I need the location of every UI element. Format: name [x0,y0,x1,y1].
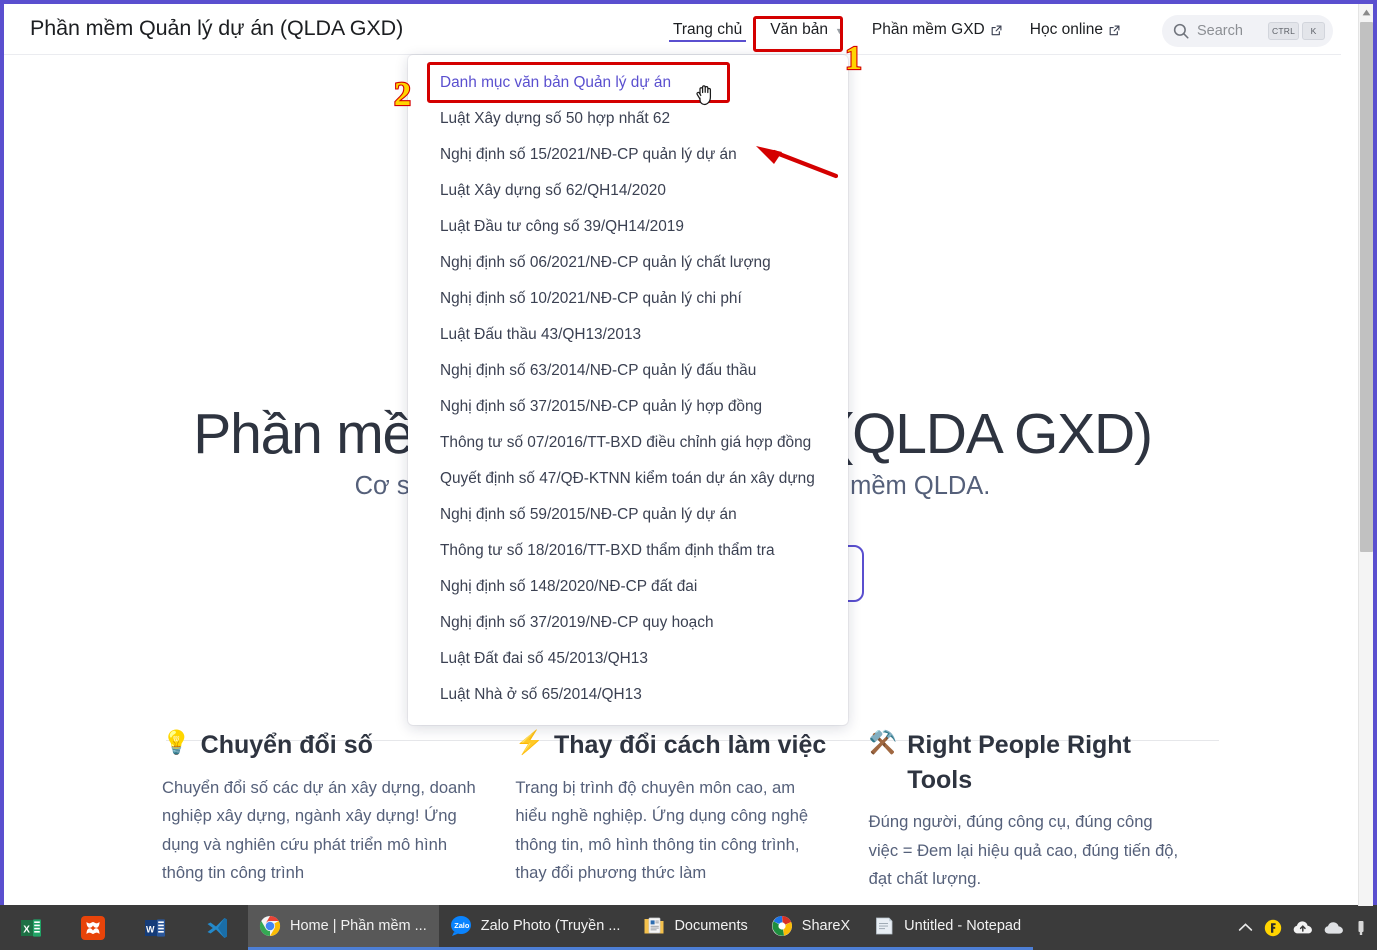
taskbar-window-label: Home | Phần mềm ... [290,918,427,934]
dropdown-item[interactable]: Nghị định số 15/2021/NĐ-CP quản lý dự án [408,137,848,173]
notepad-icon [873,915,895,937]
system-tray [1238,905,1377,950]
dropdown-item[interactable]: Nghị định số 37/2015/NĐ-CP quản lý hợp đ… [408,389,848,425]
tray-more-icon[interactable] [1355,920,1367,936]
feature-card: 💡 Chuyển đổi số Chuyển đổi số các dự án xâ… [162,728,515,894]
feature-body-text: Trang bị trình độ chuyên môn cao, am hiể… [515,777,809,883]
svg-text:X: X [23,924,30,935]
site-brand-title: Phần mềm Quản lý dự án (QLDA GXD) [30,16,404,40]
nav-item-label: Phần mềm GXD [871,20,985,38]
search-kbd-k: K [1302,22,1325,40]
feature-body-text: Chuyển đổi số các dự án xây dựng, doanh … [162,777,476,883]
tray-cloud-icon[interactable] [1324,921,1344,935]
feature-title-text: Chuyển đổi số [200,731,373,759]
dropdown-item[interactable]: Danh mục văn bản Quản lý dự án [408,65,848,101]
dropdown-item[interactable]: Thông tư số 18/2016/TT-BXD thẩm định thẩ… [408,533,848,569]
feature-title-text: Right People Right Tools [907,731,1131,794]
screen: Phần mềm Quản lý dự án (QLDA GXD) Trang … [0,0,1377,950]
nav-item-label: Văn bản [770,20,828,38]
dropdown-item[interactable]: Nghị định số 59/2015/NĐ-CP quản lý dự án [408,497,848,533]
search-placeholder-text: Search [1197,23,1243,39]
window-border-top [0,0,1377,4]
browser-page: Phần mềm Quản lý dự án (QLDA GXD) Trang … [0,0,1359,905]
main-nav: Trang chủ Văn bản ▼ Phần mềm GXD Học online [659,4,1134,55]
taskbar-window-notepad[interactable]: Untitled - Notepad [862,905,1034,950]
nav-phan-mem-gxd[interactable]: Phần mềm GXD [858,4,1016,55]
dropdown-item[interactable]: Nghị định số 10/2021/NĐ-CP quản lý chi p… [408,281,848,317]
lightbulb-icon: 💡 [162,729,191,755]
dropdown-item[interactable]: Thông tư số 07/2016/TT-BXD điều chỉnh gi… [408,425,848,461]
scrollbar-up-arrow-icon[interactable] [1359,4,1374,21]
lightning-icon: ⚡ [515,729,544,755]
search-icon [1172,22,1190,40]
nav-hoc-online[interactable]: Học online [1016,4,1134,55]
svg-text:Zalo: Zalo [454,921,470,930]
taskbar-window-label: ShareX [801,918,851,934]
dropdown-item[interactable]: Luật Xây dựng số 62/QH14/2020 [408,173,848,209]
feature-title: ⚡ Thay đổi cách làm việc [515,728,830,763]
dropdown-item[interactable]: Luật Đấu thầu 43/QH13/2013 [408,317,848,353]
taskbar-window-label: Documents [674,918,748,934]
dropdown-item[interactable]: Nghị định số 63/2014/NĐ-CP quản lý đấu t… [408,353,848,389]
taskbar-vscode-icon[interactable] [186,905,248,950]
taskbar-excel-icon[interactable]: X [0,905,62,950]
tray-show-hidden-icons[interactable] [1238,922,1253,933]
zalo-icon: Zalo [450,915,472,937]
dropdown-item[interactable]: Luật Đầu tư công số 39/QH14/2019 [408,209,848,245]
feature-body-text: Đúng người, đúng công cụ, đúng công việc… [868,812,1179,889]
dropdown-item[interactable]: Nghị định số 37/2019/NĐ-CP quy hoạch [408,605,848,641]
search-input[interactable]: Search CTRL K [1162,15,1333,47]
external-link-icon [1109,25,1120,36]
taskbar-window-chrome[interactable]: Home | Phần mềm ... [248,905,439,950]
nav-trang-chu[interactable]: Trang chủ [659,4,756,55]
chevron-down-icon: ▼ [834,25,844,36]
dropdown-item[interactable]: Quyết định số 47/QĐ-KTNN kiểm toán dự án… [408,461,848,497]
feature-title-text: Thay đổi cách làm việc [553,731,827,759]
dropdown-item[interactable]: Luật Xây dựng số 50 hợp nhất 62 [408,101,848,137]
nav-item-label: Học online [1029,20,1103,38]
svg-text:W: W [146,924,155,934]
chrome-icon [259,915,281,937]
feature-title: 💡 Chuyển đổi số [162,728,477,763]
search-kbd-ctrl: CTRL [1268,22,1299,40]
taskbar-window-documents[interactable]: Documents [632,905,760,950]
windows-taskbar: X W Home | Phần mềm ... Zalo Zalo Photo … [0,905,1377,950]
site-header: Phần mềm Quản lý dự án (QLDA GXD) Trang … [4,4,1341,55]
tools-icon: ⚒️ [868,729,898,755]
external-link-icon [991,25,1002,36]
scrollbar-thumb[interactable] [1360,22,1373,552]
feature-list: 💡 Chuyển đổi số Chuyển đổi số các dự án xâ… [162,728,1222,894]
tray-lastpass-icon[interactable] [1264,919,1282,937]
dropdown-item[interactable]: Luật Đất đai số 45/2013/QH13 [408,641,848,677]
feature-title: ⚒️ Right People Right Tools [869,728,1184,797]
taskbar-window-sharex[interactable]: ShareX [759,905,863,950]
folder-icon [643,915,665,937]
page-scrollbar[interactable] [1358,4,1373,906]
feature-card: ⚡ Thay đổi cách làm việc Trang bị trình độ… [515,728,868,894]
feature-card: ⚒️ Right People Right Tools Đúng người, đú… [869,728,1222,894]
taskbar-window-label: Untitled - Notepad [904,918,1022,934]
dropdown-item[interactable]: Nghị định số 06/2021/NĐ-CP quản lý chất … [408,245,848,281]
van-ban-dropdown-menu[interactable]: Danh mục văn bản Quản lý dự án Luật Xây d… [408,55,848,725]
taskbar-window-label: Zalo Photo (Truyền ... [480,918,621,934]
sharex-icon [771,915,793,937]
nav-van-ban[interactable]: Văn bản ▼ [756,4,858,55]
dropdown-item[interactable]: Luật Nhà ở số 65/2014/QH13 [408,677,848,713]
dropdown-item[interactable]: Nghị định số 148/2020/NĐ-CP đất đai [408,569,848,605]
taskbar-bluebeam-icon[interactable] [62,905,124,950]
nav-item-label: Trang chủ [673,20,743,38]
window-border-left [0,0,4,906]
taskbar-word-icon[interactable]: W [124,905,186,950]
tray-onedrive-upload-icon[interactable] [1293,920,1313,935]
taskbar-window-zalo[interactable]: Zalo Zalo Photo (Truyền ... [438,905,633,950]
window-border-right [1373,0,1377,906]
